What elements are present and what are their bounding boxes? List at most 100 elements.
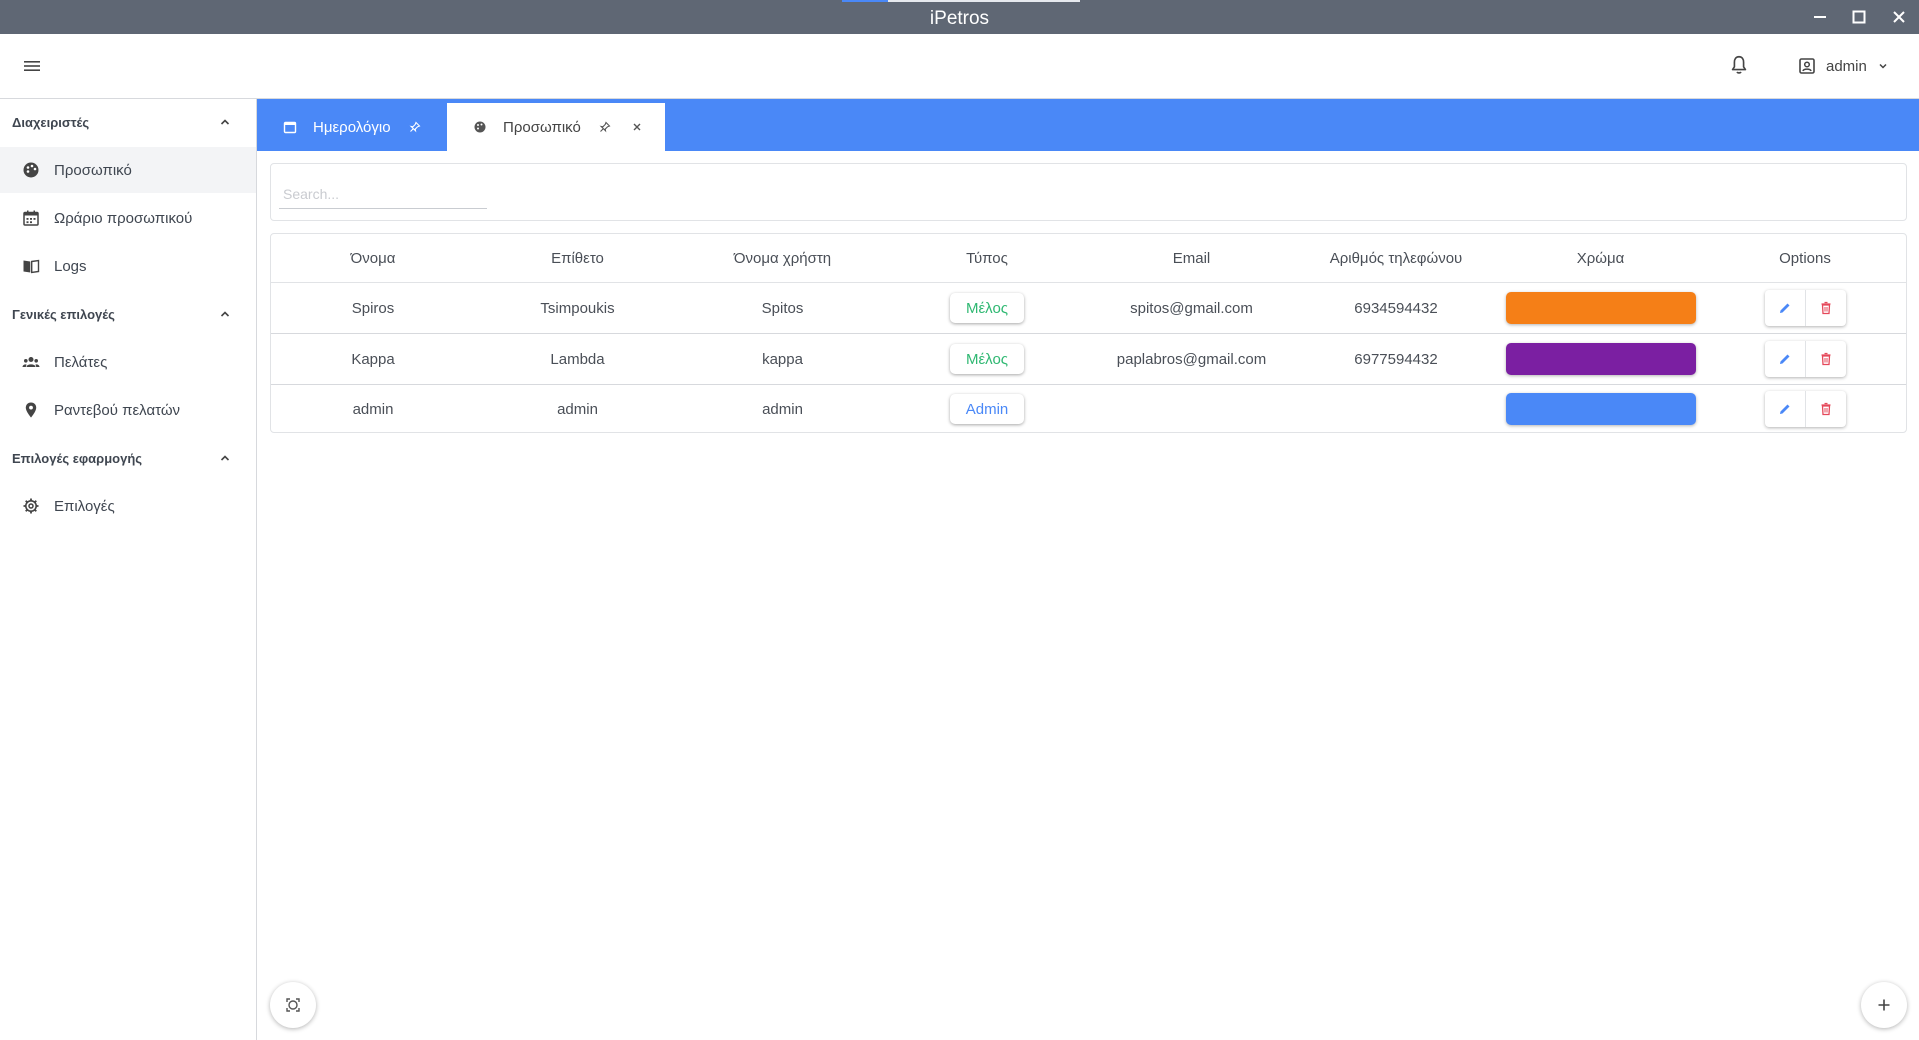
pin-icon[interactable] bbox=[409, 121, 421, 133]
plus-icon bbox=[1878, 999, 1890, 1011]
color-swatch bbox=[1505, 343, 1696, 375]
calendar-icon bbox=[283, 121, 297, 134]
delete-button[interactable] bbox=[1804, 290, 1846, 326]
last-name-cell: admin bbox=[557, 400, 598, 418]
add-staff-button[interactable] bbox=[1861, 982, 1907, 1028]
users-icon bbox=[22, 357, 40, 367]
trash-icon bbox=[1821, 352, 1830, 366]
column-header[interactable]: Επίθετο bbox=[475, 234, 680, 282]
edit-button[interactable] bbox=[1765, 341, 1805, 377]
sidebar-item-client-appointments[interactable]: Ραντεβού πελατών bbox=[0, 387, 256, 433]
chevron-up-icon bbox=[220, 455, 230, 461]
options-cell bbox=[1703, 283, 1907, 333]
username-cell: Spitos bbox=[761, 299, 804, 317]
color-cell bbox=[1498, 283, 1703, 333]
username-cell: admin bbox=[762, 400, 803, 418]
table-row[interactable]: Kappa Lambda kappa Μέλος paplabros@gmail… bbox=[271, 334, 1906, 385]
menu-icon[interactable] bbox=[22, 56, 42, 76]
column-header: Options bbox=[1779, 249, 1831, 267]
sidebar-item-label: Προσωπικό bbox=[54, 161, 132, 179]
sidebar-item-staff-schedule[interactable]: Ωράριο προσωπικού bbox=[0, 195, 256, 241]
pin-icon[interactable] bbox=[599, 121, 611, 133]
column-header[interactable]: Τύπος bbox=[885, 234, 1089, 282]
column-header[interactable]: Αριθμός τηλεφώνου bbox=[1294, 234, 1498, 282]
email-cell: paplabros@gmail.com bbox=[1116, 350, 1267, 368]
map-pin-icon bbox=[25, 402, 37, 418]
close-icon bbox=[1893, 11, 1905, 23]
type-badge[interactable]: Μέλος bbox=[950, 293, 1024, 323]
sidebar-section-title: Γενικές επιλογές bbox=[12, 306, 115, 322]
last-name-cell: Lambda bbox=[550, 350, 605, 368]
search-input[interactable] bbox=[279, 180, 487, 209]
trash-icon bbox=[1821, 301, 1830, 315]
window-title: iPetros bbox=[929, 8, 990, 29]
edit-button[interactable] bbox=[1765, 391, 1805, 427]
minimize-button[interactable] bbox=[1808, 6, 1832, 28]
tab-calendar[interactable]: Ημερολόγιο bbox=[257, 103, 447, 151]
tab-label: Προσωπικό bbox=[503, 118, 581, 136]
color-cell bbox=[1498, 385, 1703, 433]
sidebar-section-general[interactable]: Γενικές επιλογές bbox=[0, 291, 256, 337]
sidebar-item-staff[interactable]: Προσωπικό bbox=[0, 147, 256, 193]
pencil-icon bbox=[1779, 354, 1789, 364]
pencil-icon bbox=[1779, 303, 1789, 313]
username-cell: kappa bbox=[762, 350, 803, 368]
type-cell: Μέλος bbox=[885, 283, 1089, 333]
maximize-button[interactable] bbox=[1847, 6, 1871, 28]
sidebar-section-title: Διαχειριστές bbox=[12, 114, 90, 130]
focus-frame-icon bbox=[286, 998, 300, 1012]
tab-label: Ημερολόγιο bbox=[313, 118, 391, 136]
user-icon bbox=[1799, 58, 1815, 74]
chevron-down-icon bbox=[1879, 63, 1887, 69]
staff-table: Όνομα Επίθετο Όνομα χρήστη Τύπος Email Α… bbox=[270, 233, 1907, 433]
bell-icon[interactable] bbox=[1728, 54, 1750, 76]
phone-cell: 6934594432 bbox=[1354, 299, 1438, 317]
row-options bbox=[1764, 341, 1846, 377]
email-cell: spitos@gmail.com bbox=[1130, 299, 1253, 317]
sidebar-item-label: Επιλογές bbox=[54, 497, 115, 515]
type-badge[interactable]: Admin bbox=[950, 394, 1024, 424]
phone-cell: 6977594432 bbox=[1354, 350, 1438, 368]
tab-staff[interactable]: Προσωπικό bbox=[447, 103, 665, 151]
sidebar-item-logs[interactable]: Logs bbox=[0, 243, 256, 289]
type-cell: Μέλος bbox=[885, 334, 1089, 384]
table-header: Όνομα Επίθετο Όνομα χρήστη Τύπος Email Α… bbox=[271, 234, 1906, 283]
options-cell bbox=[1703, 334, 1907, 384]
color-swatch bbox=[1505, 292, 1696, 324]
titlebar-accent bbox=[888, 0, 1080, 2]
table-row[interactable]: admin admin admin Admin bbox=[271, 385, 1906, 435]
column-header[interactable]: Χρώμα bbox=[1498, 234, 1703, 282]
sidebar-item-label: Logs bbox=[54, 257, 87, 275]
palette-icon bbox=[23, 162, 39, 178]
sidebar-item-clients[interactable]: Πελάτες bbox=[0, 339, 256, 385]
sidebar-section-admins[interactable]: Διαχειριστές bbox=[0, 99, 256, 145]
user-menu[interactable]: admin bbox=[1798, 54, 1889, 78]
edit-button[interactable] bbox=[1765, 290, 1805, 326]
close-window-button[interactable] bbox=[1887, 6, 1911, 28]
app-header: admin bbox=[0, 34, 1919, 99]
close-icon[interactable] bbox=[631, 121, 643, 133]
type-badge[interactable]: Μέλος bbox=[950, 344, 1024, 374]
fit-view-button[interactable] bbox=[270, 982, 316, 1028]
user-name: admin bbox=[1826, 57, 1867, 75]
first-name-cell: Kappa bbox=[351, 350, 395, 368]
type-cell: Admin bbox=[885, 385, 1089, 433]
table-row[interactable]: Spiros Tsimpoukis Spitos Μέλος spitos@gm… bbox=[271, 283, 1906, 334]
book-icon bbox=[23, 259, 40, 274]
window-titlebar: iPetros bbox=[0, 0, 1919, 34]
sidebar-section-title: Επιλογές εφαρμογής bbox=[12, 450, 143, 466]
column-header[interactable]: Email bbox=[1089, 234, 1294, 282]
palette-icon bbox=[474, 121, 486, 133]
column-header[interactable]: Όνομα bbox=[271, 234, 475, 282]
delete-button[interactable] bbox=[1804, 391, 1846, 427]
column-header[interactable]: Όνομα χρήστη bbox=[680, 234, 885, 282]
delete-button[interactable] bbox=[1804, 341, 1846, 377]
first-name-cell: Spiros bbox=[351, 299, 395, 317]
maximize-icon bbox=[1852, 10, 1866, 24]
search-card bbox=[270, 163, 1907, 221]
chevron-up-icon bbox=[220, 311, 230, 317]
sidebar-item-options[interactable]: Επιλογές bbox=[0, 483, 256, 529]
sidebar-item-label: Ωράριο προσωπικού bbox=[54, 209, 193, 227]
sidebar-section-app-options[interactable]: Επιλογές εφαρμογής bbox=[0, 435, 256, 481]
phone-cell bbox=[1294, 385, 1498, 433]
